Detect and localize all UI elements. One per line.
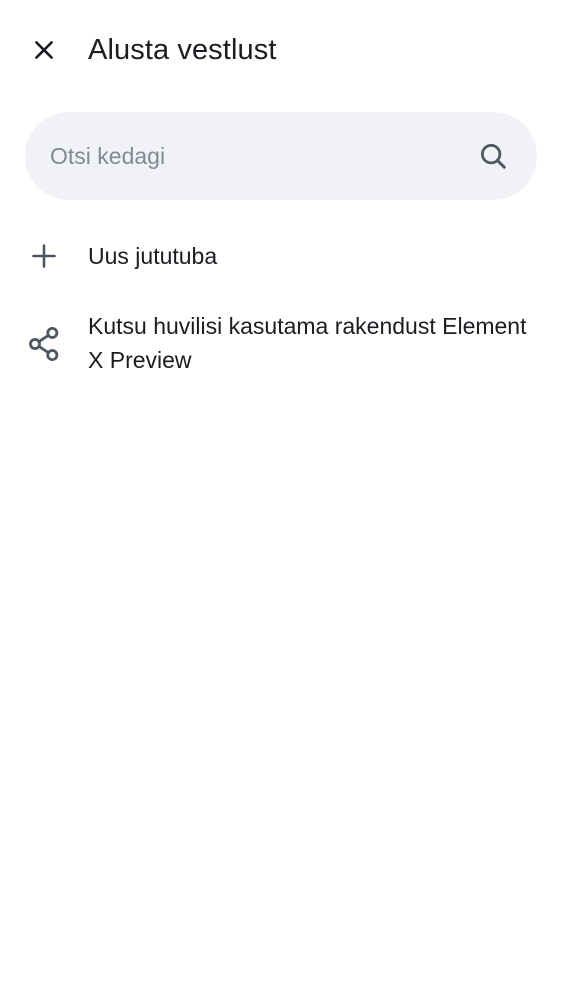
- close-button[interactable]: [22, 28, 66, 72]
- new-room-item[interactable]: Uus jututuba: [0, 225, 562, 289]
- page-title: Alusta vestlust: [88, 34, 277, 66]
- plus-icon: [26, 238, 62, 274]
- start-chat-screen: Alusta vestlust Uus jututuba Ku: [0, 0, 562, 1000]
- new-room-label: Uus jututuba: [88, 243, 218, 269]
- search-icon[interactable]: [477, 140, 509, 172]
- invite-friends-label: Kutsu huvilisi kasutama rakendust Elemen…: [88, 313, 527, 373]
- search-bar[interactable]: [25, 112, 537, 200]
- invite-friends-item[interactable]: Kutsu huvilisi kasutama rakendust Elemen…: [0, 300, 562, 390]
- top-app-bar: Alusta vestlust: [0, 0, 562, 100]
- search-input[interactable]: [50, 112, 470, 200]
- close-icon: [35, 41, 53, 59]
- share-icon: [26, 326, 62, 362]
